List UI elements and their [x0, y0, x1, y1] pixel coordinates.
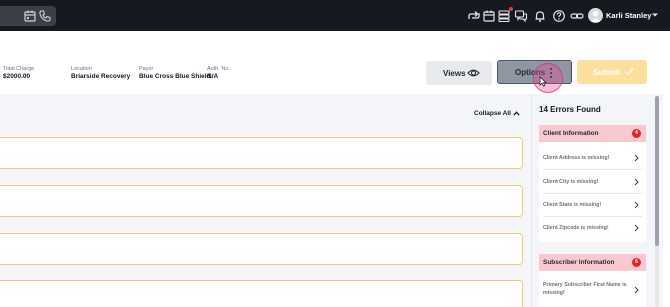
error-item-subscriber-first-name[interactable]: Primary Subscriber First Name is missing… [543, 280, 642, 300]
claim-section-card[interactable] [0, 185, 523, 217]
claim-section-card[interactable] [0, 280, 523, 307]
error-item-text: Client City is missing! [543, 179, 599, 185]
error-item-divider [543, 193, 642, 194]
phone-icon[interactable] [38, 9, 52, 23]
total-charge-value: $2000.00 [3, 73, 31, 80]
error-item-text: Primary Subscriber First Name is missing… [543, 282, 627, 296]
eye-icon [467, 69, 480, 77]
error-item-client-city[interactable]: Client City is missing! [543, 174, 642, 190]
chevron-right-icon [634, 154, 639, 162]
claim-section-card[interactable] [0, 233, 523, 265]
help-icon[interactable] [552, 9, 566, 23]
user-avatar-icon [590, 11, 601, 22]
list-icon[interactable] [497, 9, 511, 23]
scrollbar-thumb[interactable] [655, 96, 659, 246]
error-group-title: Subscriber Information [543, 259, 615, 266]
bell-icon[interactable] [533, 9, 547, 23]
check-icon [624, 68, 634, 76]
calendar-icon[interactable] [482, 9, 496, 23]
chevron-down-icon[interactable] [651, 12, 659, 18]
quick-actions-group [0, 6, 56, 26]
error-count-badge: 4 [632, 129, 641, 138]
claim-section-card[interactable] [0, 137, 523, 169]
error-group-header-subscriber[interactable]: Subscriber Information 6 [539, 254, 646, 271]
errors-count-title: 14 Errors Found [539, 105, 601, 114]
mouse-pointer-icon [539, 76, 547, 87]
submit-button[interactable]: Submit [577, 60, 647, 84]
error-count-badge: 6 [632, 258, 641, 267]
views-button[interactable]: Views [426, 61, 492, 85]
total-charge-label: Total Charge [3, 66, 35, 72]
views-button-label: Views [443, 69, 466, 78]
avatar[interactable] [588, 8, 603, 23]
submit-button-label: Submit [593, 68, 621, 77]
link-icon[interactable] [570, 9, 584, 23]
chevron-up-icon[interactable] [513, 111, 520, 116]
error-item-divider [543, 216, 642, 217]
page-edge [663, 94, 670, 307]
error-group-header-client[interactable]: Client Information 4 [539, 125, 646, 142]
error-item-text: Client Address is missing! [543, 155, 610, 161]
error-item-client-zipcode[interactable]: Client Zipcode is missing! [543, 220, 642, 236]
payor-label: Payor [139, 66, 154, 72]
auth-number-label: Auth. No. [207, 66, 230, 72]
location-label: Location [71, 66, 92, 72]
chevron-right-icon [634, 201, 639, 209]
error-group-title: Client Information [543, 130, 599, 137]
chevron-right-icon [634, 286, 639, 294]
error-item-text: Client Zipcode is missing! [543, 225, 609, 231]
error-item-text: Client State is missing! [543, 202, 602, 208]
auth-number-value: N/A [207, 73, 219, 80]
payor-value: Blue Cross Blue Shield [139, 73, 211, 80]
click-indicator [533, 63, 563, 93]
chevron-right-icon [634, 178, 639, 186]
share-icon[interactable] [467, 9, 481, 23]
chevron-right-icon [634, 224, 639, 232]
user-name[interactable]: Karli Stanley [606, 11, 651, 20]
chat-icon[interactable] [514, 9, 528, 23]
notification-dot [509, 7, 513, 11]
error-item-client-address[interactable]: Client Address is missing! [543, 150, 642, 166]
error-item-divider [543, 169, 642, 170]
error-item-client-state[interactable]: Client State is missing! [543, 197, 642, 213]
location-value: Briarside Recovery [71, 73, 131, 80]
calendar-icon[interactable] [23, 9, 37, 23]
collapse-all-button[interactable]: Collapse All [474, 110, 511, 117]
